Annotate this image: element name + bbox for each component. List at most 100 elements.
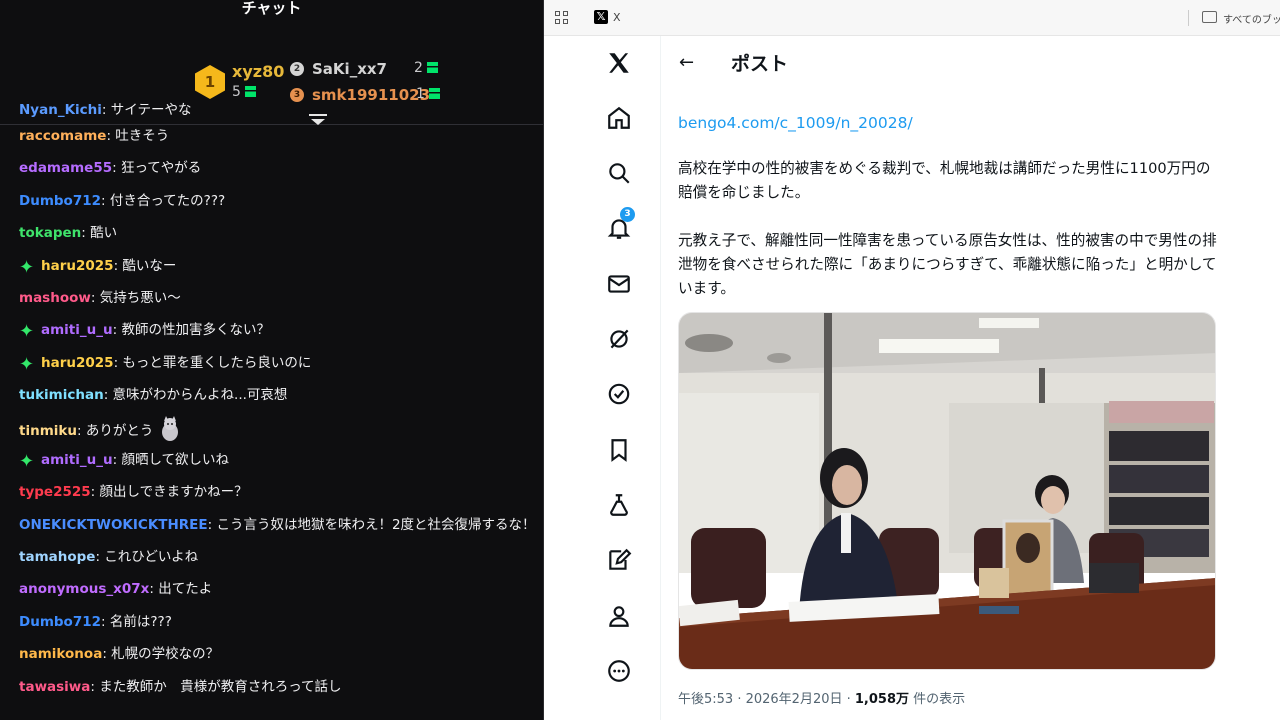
chat-username[interactable]: tamahope [19, 549, 95, 565]
chat-username[interactable]: Nyan_Kichi [19, 102, 102, 118]
chat-separator: : [76, 422, 86, 439]
chat-message: mashoow: 気持ち悪い〜 [0, 286, 543, 318]
chat-username[interactable]: Dumbo712 [19, 193, 101, 209]
more-options-icon[interactable] [606, 658, 632, 684]
x-sidebar-nav: 3 [544, 36, 661, 720]
chat-message: ✦ amiti_u_u: 顔晒して欲しいね [0, 448, 543, 480]
verified-badge-icon[interactable] [606, 381, 632, 407]
chat-separator: : [102, 646, 112, 663]
chat-username[interactable]: tawasiwa [19, 679, 90, 695]
chat-username[interactable]: type2525 [19, 484, 91, 500]
chat-separator: : [106, 128, 116, 144]
leaderboard-name-2[interactable]: SaKi_xx7 [312, 60, 387, 78]
chat-username[interactable]: tinmiku [19, 423, 77, 439]
chat-message: tokapen: 酷い [0, 221, 543, 253]
page-title: ポスト [731, 53, 789, 75]
chat-separator: : [101, 102, 111, 118]
view-count: 1,058万 [854, 692, 910, 707]
chat-panel: チャット 1 xyz80 5 2 SaKi_xx7 2 3 smk1991102… [0, 0, 544, 720]
x-favicon-icon: 𝕏 [594, 10, 608, 24]
chat-message-text: こう言う奴は地獄を味わえ！2度と社会復帰するな！ [216, 516, 536, 533]
post-detail: ← ポスト bengo4.com/c_1009/n_20028/ 高校在学中の性… [662, 36, 1232, 720]
chat-message-text: 出てたよ [158, 581, 213, 598]
chat-username[interactable]: anonymous_x07x [19, 581, 149, 597]
post-metadata: 午後5:53 · 2026年2月20日 · 1,058万 件の表示 [678, 688, 965, 707]
chat-username[interactable]: mashoow [19, 290, 91, 306]
chat-message: tukimichan: 意味がわからんよね...可哀想 [0, 383, 543, 415]
all-bookmarks-button[interactable]: すべてのブック [1223, 11, 1280, 26]
post-link[interactable]: bengo4.com/c_1009/n_20028/ [678, 114, 913, 132]
chat-message: anonymous_x07x: 出てたよ [0, 577, 543, 609]
bookmark-icon[interactable] [606, 437, 632, 463]
notifications-bell-icon[interactable]: 3 [606, 207, 635, 241]
sparkle-badge-icon: ✦ [19, 256, 35, 278]
divider [1188, 10, 1189, 26]
post-paragraph: 元教え子で、解離性同一性障害を患っている原告女性は、性的被害の中で男性の排泄物を… [678, 232, 1217, 297]
chat-username[interactable]: ONEKICKTWOKICKTHREE [19, 517, 208, 533]
x-logo-icon[interactable] [606, 50, 632, 76]
chat-message-text: 顔晒して欲しいね [121, 451, 230, 468]
search-icon[interactable] [606, 160, 632, 186]
back-arrow-icon[interactable]: ← [679, 52, 694, 73]
chat-separator: : [101, 192, 110, 209]
chat-message: Dumbo712: 付き合ってたの??? [0, 189, 543, 221]
tab-x[interactable]: X [613, 11, 621, 24]
chat-message-text: 酷いなー [122, 257, 177, 274]
chat-username[interactable]: namikonoa [19, 646, 102, 662]
cat-emote-icon [162, 415, 179, 441]
gift-icon [426, 62, 438, 73]
chat-message-text: 教師の性加害多くない？ [121, 322, 270, 339]
chat-message-text: 狂ってやがる [120, 160, 202, 177]
chat-separator: : [112, 160, 121, 177]
post-timestamp[interactable]: 午後5:53 · 2026年2月20日 · [678, 692, 855, 707]
chat-separator: : [149, 581, 159, 598]
chat-message: type2525: 顔出しできますかねー？ [0, 480, 543, 512]
sparkle-badge-icon: ✦ [19, 450, 35, 472]
chat-message-text: もっと罪を重くしたら良いのに [122, 354, 312, 371]
leaderboard-count-2: 2 [414, 60, 438, 76]
chat-header: チャット [241, 0, 302, 17]
chat-message-text: 顔出しできますかねー？ [99, 484, 248, 501]
chat-separator: : [90, 289, 100, 306]
chat-username[interactable]: amiti_u_u [41, 322, 113, 338]
profile-icon[interactable] [606, 603, 632, 629]
rank-2-badge: 2 [290, 62, 304, 76]
chat-username[interactable]: haru2025 [41, 258, 114, 274]
chat-message: edamame55: 狂ってやがる [0, 156, 543, 188]
home-icon[interactable] [606, 105, 632, 131]
sparkle-badge-icon: ✦ [19, 353, 35, 375]
chat-username[interactable]: amiti_u_u [41, 452, 113, 468]
gift-leaderboard: 1 xyz80 5 2 SaKi_xx7 2 3 smk19911023 1 [0, 18, 543, 125]
chat-username[interactable]: haru2025 [41, 355, 114, 371]
chat-separator: : [101, 613, 110, 630]
view-count-suffix: 件の表示 [909, 692, 966, 707]
chat-message: ✦ haru2025: 酷いなー [0, 254, 543, 286]
chat-username[interactable]: Dumbo712 [19, 614, 101, 630]
post-photo[interactable] [678, 312, 1216, 670]
post-paragraph: 高校在学中の性的被害をめぐる裁判で、札幌地裁は講師だった男性に1100万円の賠償… [678, 160, 1211, 201]
chat-message: Nyan_Kichi: サイテーやな [0, 98, 543, 124]
compose-edit-icon[interactable] [606, 547, 632, 573]
chat-message: namikonoa: 札幌の学校なの？ [0, 642, 543, 674]
chat-username[interactable]: raccomame [19, 128, 106, 144]
post-text: 高校在学中の性的被害をめぐる裁判で、札幌地裁は講師だった男性に1100万円の賠償… [678, 157, 1223, 325]
leaderboard-name-1[interactable]: xyz80 [232, 62, 284, 81]
chat-message: Dumbo712: 名前は??? [0, 610, 543, 642]
chat-username[interactable]: tokapen [19, 225, 81, 241]
sparkle-badge-icon: ✦ [19, 321, 35, 343]
gift-icon [244, 86, 256, 97]
jobs-flask-icon[interactable] [606, 492, 632, 518]
chat-message-text: 気持ち悪い〜 [99, 289, 181, 306]
grok-icon[interactable] [606, 326, 632, 352]
chat-username[interactable]: edamame55 [19, 160, 112, 176]
folder-icon [1202, 11, 1217, 23]
apps-grid-icon[interactable] [555, 11, 569, 25]
chat-message: tawasiwa: また教師か 貴様が教育されろって話し [0, 675, 543, 707]
chat-message-text: 意味がわからんよね...可哀想 [112, 387, 288, 404]
messages-envelope-icon[interactable] [606, 271, 632, 297]
chat-separator: : [103, 387, 113, 404]
chat-message: ✦ haru2025: もっと罪を重くしたら良いのに [0, 351, 543, 383]
chat-separator: : [90, 678, 100, 695]
chat-message: ONEKICKTWOKICKTHREE: こう言う奴は地獄を味わえ！2度と社会復… [0, 513, 543, 545]
chat-username[interactable]: tukimichan [19, 387, 104, 403]
